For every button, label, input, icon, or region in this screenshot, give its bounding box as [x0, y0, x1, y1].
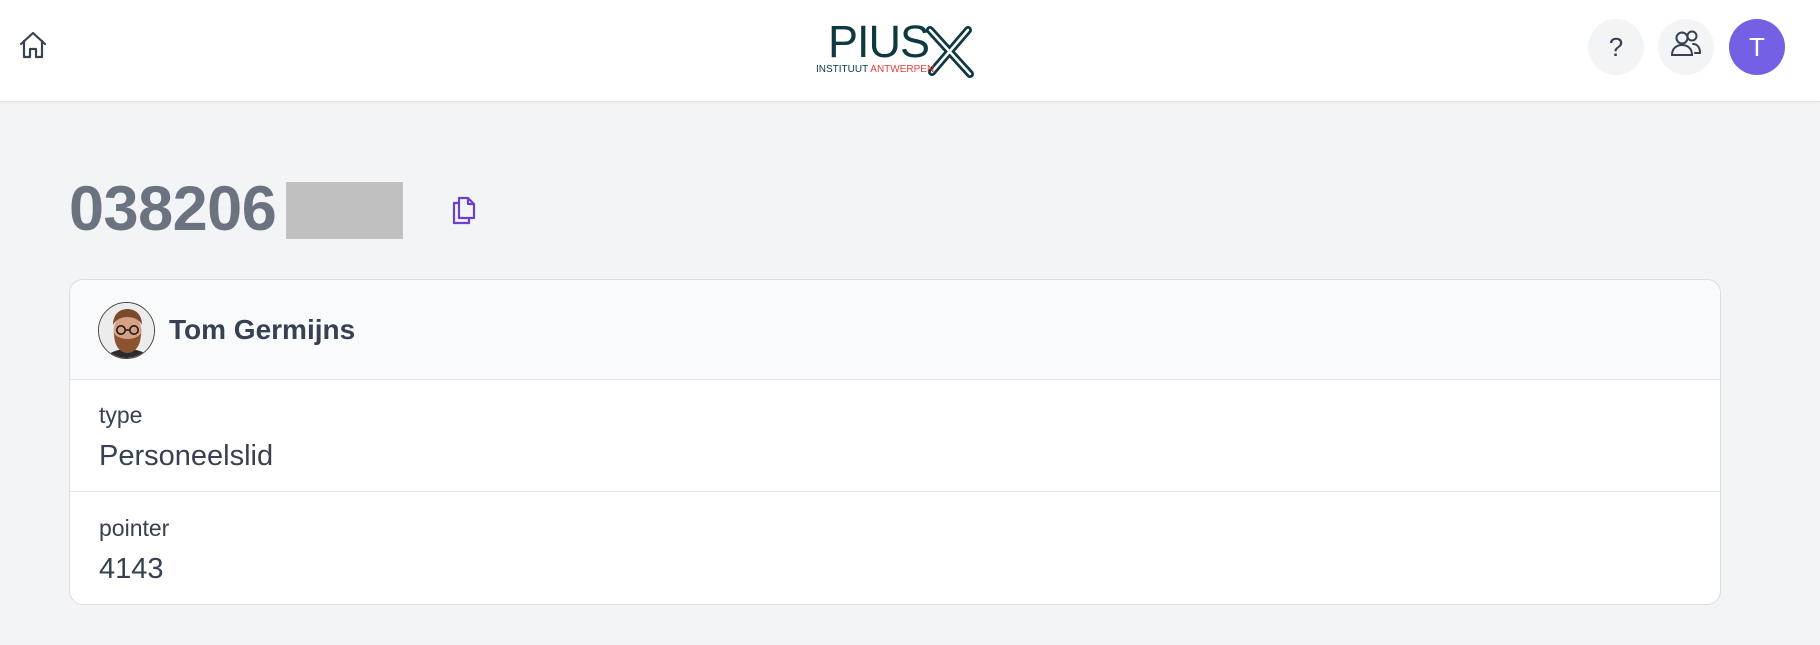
field-type-value: Personeelslid: [99, 440, 274, 472]
help-button[interactable]: ?: [1588, 19, 1644, 75]
field-pointer-label: pointer: [99, 515, 170, 541]
copy-button[interactable]: [444, 192, 484, 232]
user-avatar-button[interactable]: T: [1729, 19, 1785, 75]
help-label: ?: [1608, 31, 1624, 62]
field-type-label: type: [99, 402, 143, 428]
users-icon: [1669, 27, 1703, 68]
person-name: Tom Germijns: [169, 314, 356, 345]
card-header: Tom Germijns: [70, 280, 1720, 380]
field-type: type Personeelslid: [70, 380, 1720, 492]
logo-wordmark: PIUS: [828, 16, 930, 67]
home-button[interactable]: [12, 26, 54, 68]
person-card: Tom Germijns type Personeelslid pointer …: [69, 279, 1721, 605]
field-pointer-value: 4143: [99, 553, 164, 585]
field-pointer: pointer 4143: [70, 493, 1720, 604]
profile-photo: [98, 302, 155, 359]
top-bar: PIUS INSTITUUT ANTWERPEN ? T: [0, 0, 1820, 102]
logo-sub-instituut: INSTITUUT: [816, 64, 869, 75]
page-title: 038206: [69, 174, 277, 244]
users-button[interactable]: [1658, 19, 1714, 75]
copy-icon: [449, 194, 479, 231]
avatar-initial: T: [1749, 31, 1765, 62]
home-icon: [17, 29, 49, 66]
redacted-block: [286, 182, 403, 239]
logo-subtitle: INSTITUUT ANTWERPEN: [816, 64, 934, 76]
pius-x-logo[interactable]: PIUS INSTITUUT ANTWERPEN: [814, 16, 980, 80]
logo-sub-antwerpen: ANTWERPEN: [870, 64, 935, 75]
